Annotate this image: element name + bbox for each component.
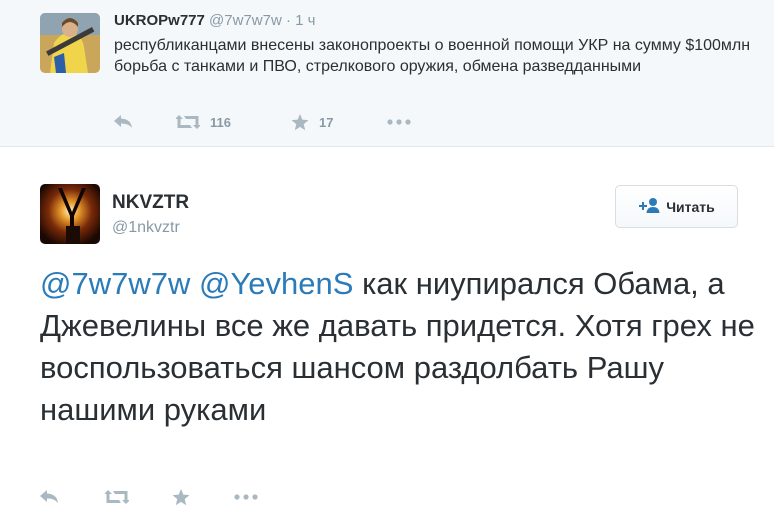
parent-reply-button[interactable] bbox=[114, 115, 176, 129]
star-icon bbox=[172, 488, 190, 506]
main-more-button[interactable] bbox=[234, 494, 258, 500]
more-icon bbox=[387, 119, 411, 125]
mention-link[interactable]: @YevhenS bbox=[199, 266, 353, 301]
follow-button[interactable]: Читать bbox=[615, 185, 738, 228]
main-reply-button[interactable] bbox=[40, 490, 105, 504]
main-author-name[interactable]: NKVZTR bbox=[112, 192, 189, 214]
retweet-count: 116 bbox=[210, 114, 231, 130]
main-avatar[interactable] bbox=[40, 184, 100, 244]
main-retweet-button[interactable] bbox=[105, 490, 172, 504]
parent-favorite-button[interactable]: 17 bbox=[291, 113, 387, 131]
parent-tweet-text: республиканцами внесены законопроекты о … bbox=[114, 37, 751, 75]
parent-action-bar: 116 17 bbox=[114, 110, 411, 134]
main-action-bar bbox=[40, 486, 258, 508]
star-icon bbox=[291, 113, 309, 131]
parent-author-handle[interactable]: @7w7w7w bbox=[209, 12, 282, 29]
separator-dot: · bbox=[285, 12, 291, 29]
retweet-icon bbox=[105, 490, 129, 504]
main-author-handle[interactable]: @1nkvztr bbox=[112, 219, 180, 237]
parent-tweet[interactable]: UKROPw777 @7w7w7w · 1 ч республиканцами … bbox=[0, 0, 774, 147]
parent-more-button[interactable] bbox=[387, 119, 411, 125]
follow-person-icon bbox=[638, 197, 666, 216]
main-favorite-button[interactable] bbox=[172, 488, 234, 506]
parent-author-name[interactable]: UKROPw777 bbox=[114, 12, 205, 29]
parent-timestamp[interactable]: 1 ч bbox=[295, 12, 315, 29]
mention-link[interactable]: @7w7w7w bbox=[40, 266, 190, 301]
follow-button-label: Читать bbox=[666, 198, 715, 215]
more-icon bbox=[234, 494, 258, 500]
main-tweet-text: @7w7w7w @YevhenS как ниупирался Обама, а… bbox=[40, 263, 760, 431]
parent-retweet-button[interactable]: 116 bbox=[176, 115, 291, 130]
parent-header: UKROPw777 @7w7w7w · 1 ч bbox=[114, 12, 315, 29]
favorite-count: 17 bbox=[319, 114, 334, 130]
retweet-icon bbox=[176, 115, 200, 129]
reply-icon bbox=[40, 490, 59, 504]
parent-avatar[interactable] bbox=[40, 13, 100, 73]
reply-icon bbox=[114, 115, 133, 129]
